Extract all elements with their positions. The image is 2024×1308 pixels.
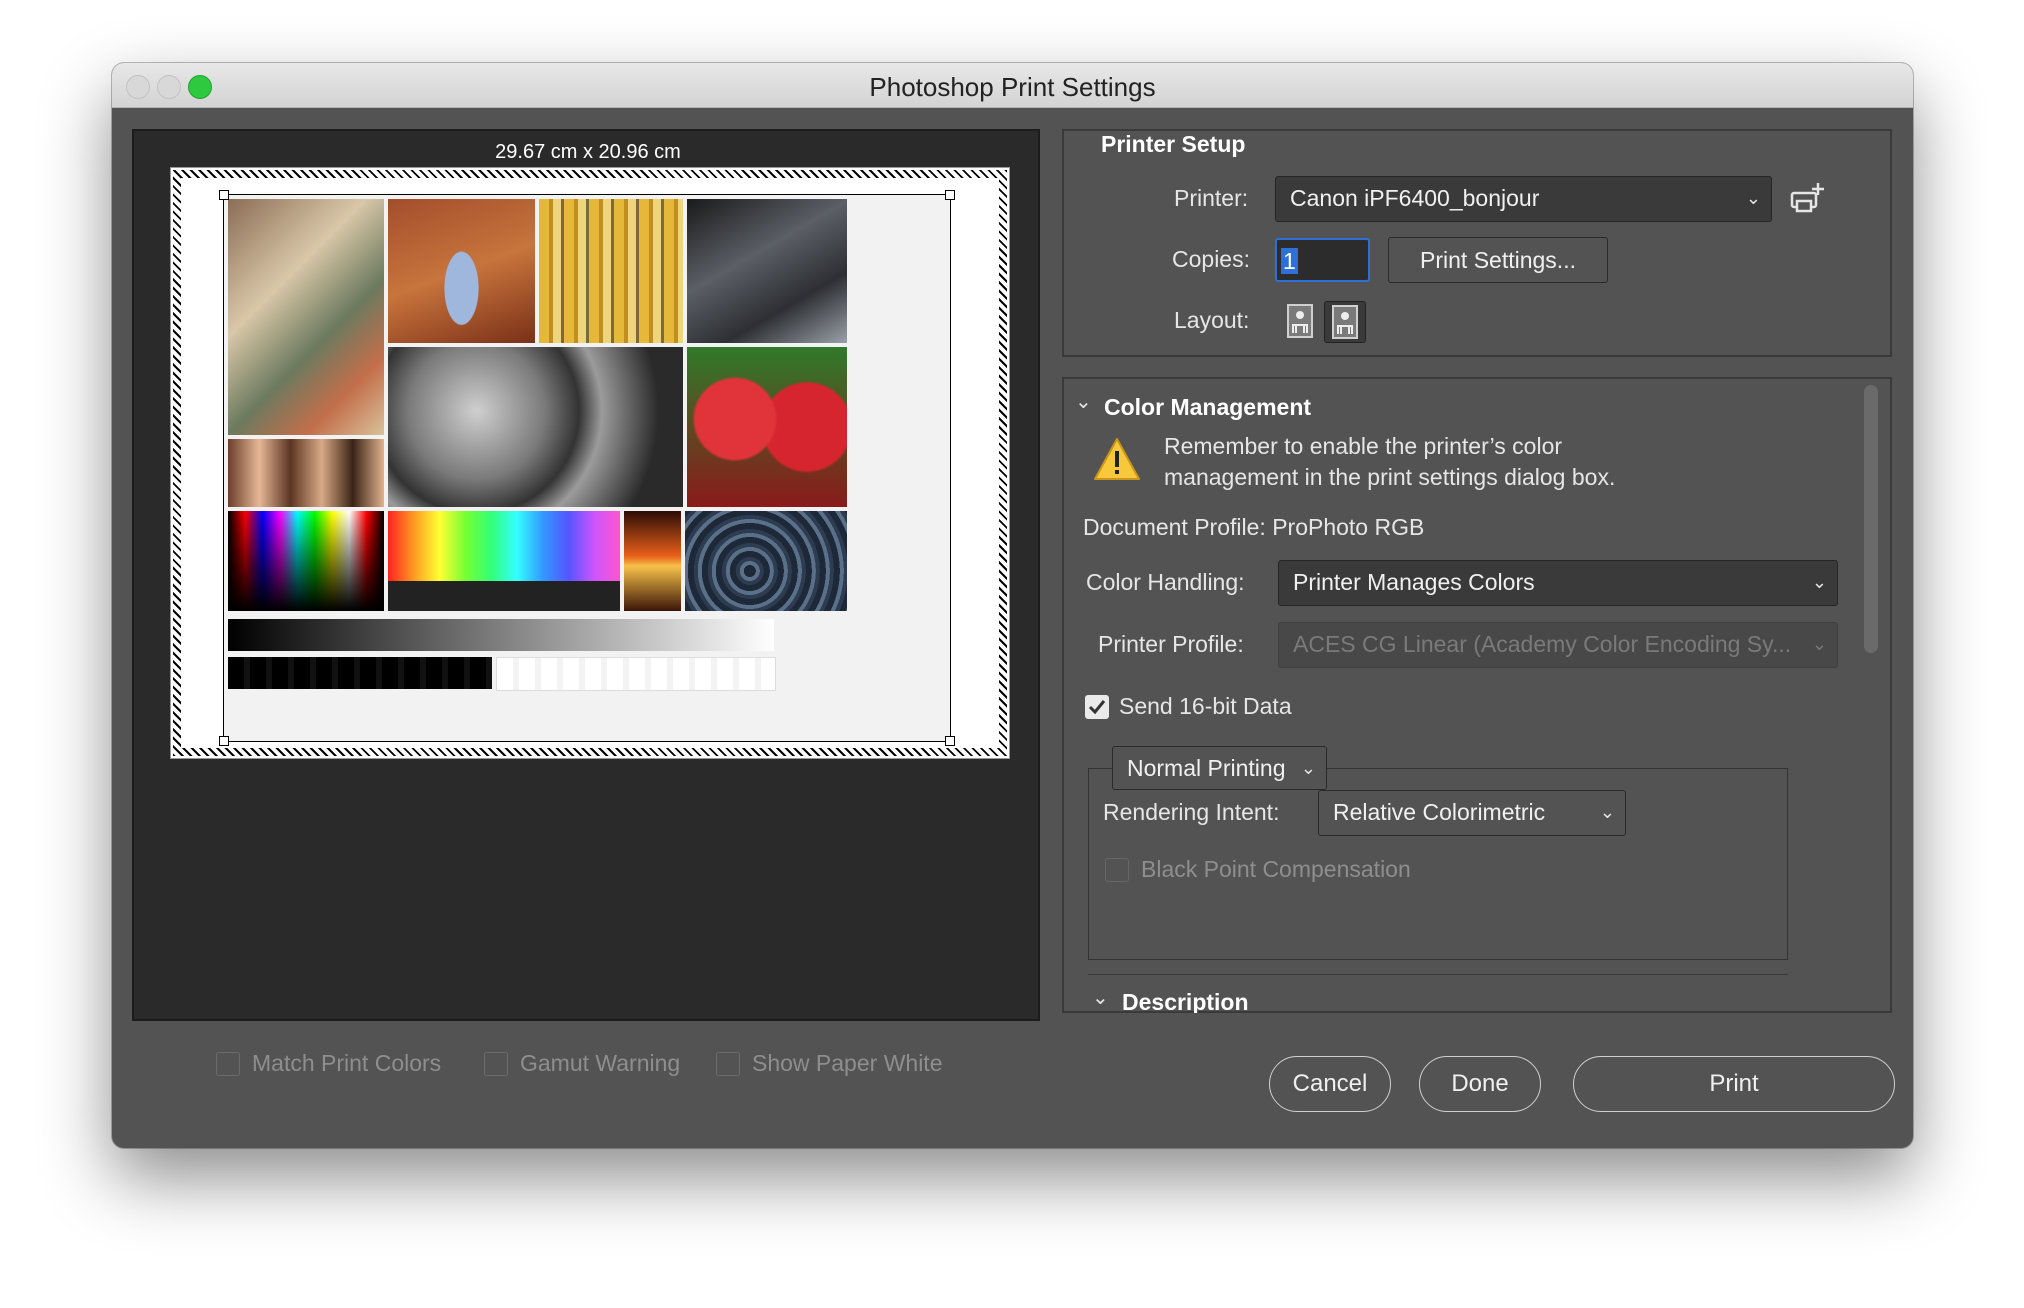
print-settings-button[interactable]: Print Settings... <box>1388 237 1608 283</box>
grayscale-ramp <box>228 619 774 651</box>
rendering-intent-value: Relative Colorimetric <box>1333 799 1546 825</box>
print-settings-dialog: Photoshop Print Settings 29.67 cm x 20.9… <box>112 63 1913 1148</box>
gamut-warning-label: Gamut Warning <box>520 1050 681 1076</box>
color-handling-value: Printer Manages Colors <box>1293 569 1535 595</box>
rock-arch-tile <box>388 199 535 343</box>
scrollbar-thumb[interactable] <box>1864 385 1878 653</box>
color-handling-label: Color Handling: <box>1086 569 1245 595</box>
warning-icon <box>1092 436 1142 482</box>
resize-handle-tl[interactable] <box>219 190 229 200</box>
shadow-steps <box>228 657 492 689</box>
chevron-down-icon: ⌄ <box>1811 572 1827 592</box>
description-section: ⌄ Description <box>1062 983 1878 1013</box>
expand-description-icon[interactable]: ⌄ <box>1092 985 1109 1010</box>
printing-mode-value: Normal Printing <box>1127 755 1286 781</box>
rendering-intent-select[interactable]: Relative Colorimetric ⌄ <box>1318 790 1626 836</box>
copies-label: Copies: <box>1172 246 1250 272</box>
printing-mode-select[interactable]: Normal Printing ⌄ <box>1112 746 1327 790</box>
warning-line-1: Remember to enable the printer’s color <box>1164 433 1563 459</box>
chevron-down-icon: ⌄ <box>1300 758 1316 778</box>
title-bar: Photoshop Print Settings <box>112 63 1913 108</box>
chevron-down-icon: ⌄ <box>1811 634 1827 654</box>
black-point-compensation-checkbox[interactable] <box>1105 858 1129 882</box>
image-preview[interactable] <box>223 194 951 742</box>
still-life-tile <box>228 199 384 435</box>
color-management-heading: Color Management <box>1104 394 1312 420</box>
gamut-warning-checkbox[interactable] <box>484 1052 508 1076</box>
color-handling-select[interactable]: Printer Manages Colors ⌄ <box>1278 560 1838 606</box>
color-gradient-bars <box>228 511 384 611</box>
strawberries-tile <box>687 347 847 507</box>
aspen-tile <box>539 199 683 343</box>
printer-setup-heading: Printer Setup <box>1101 131 1246 157</box>
checkmark-icon <box>1088 700 1106 715</box>
sunset-tile <box>624 511 681 611</box>
document-profile: Document Profile: ProPhoto RGB <box>1083 514 1425 540</box>
faces-tile <box>228 439 384 507</box>
printer-label: Printer: <box>1174 185 1249 211</box>
grayscale-fruit-tile <box>388 347 683 507</box>
chevron-down-icon: ⌄ <box>1745 188 1761 208</box>
black-point-compensation-label: Black Point Compensation <box>1141 856 1411 882</box>
printer-profile-value: ACES CG Linear (Academy Color Encoding S… <box>1293 631 1792 657</box>
highlight-steps <box>496 657 776 691</box>
copies-value: 1 <box>1281 248 1298 274</box>
window-title: Photoshop Print Settings <box>869 72 1156 102</box>
section-divider <box>1088 974 1788 975</box>
add-printer-icon[interactable] <box>1788 181 1828 217</box>
print-preview-panel: 29.67 cm x 20.96 cm <box>132 129 1040 1021</box>
chevron-down-icon: ⌄ <box>1599 802 1615 822</box>
electronics-tile <box>687 199 847 343</box>
match-print-colors-checkbox[interactable] <box>216 1052 240 1076</box>
printer-profile-label: Printer Profile: <box>1098 631 1244 657</box>
match-print-colors-label: Match Print Colors <box>252 1050 442 1076</box>
copies-input[interactable]: 1 <box>1275 238 1370 282</box>
resize-handle-br[interactable] <box>945 736 955 746</box>
send-16bit-checkbox[interactable] <box>1085 695 1109 719</box>
show-paper-white-checkbox[interactable] <box>716 1052 740 1076</box>
done-button[interactable]: Done <box>1419 1056 1541 1112</box>
description-heading: Description <box>1122 989 1249 1013</box>
portrait-layout-icon[interactable] <box>1282 303 1318 339</box>
color-patches <box>388 511 620 611</box>
landscape-layout-icon[interactable] <box>1324 301 1366 343</box>
collapse-color-management-icon[interactable]: ⌄ <box>1075 389 1092 414</box>
printer-select[interactable]: Canon iPF6400_bonjour ⌄ <box>1275 176 1772 222</box>
printer-value: Canon iPF6400_bonjour <box>1290 185 1540 211</box>
show-paper-white-label: Show Paper White <box>752 1050 943 1076</box>
paper-preview <box>170 167 1010 759</box>
warning-line-2: management in the print settings dialog … <box>1164 464 1616 490</box>
resize-handle-bl[interactable] <box>219 736 229 746</box>
paper-dimensions-label: 29.67 cm x 20.96 cm <box>495 141 681 163</box>
cancel-button[interactable]: Cancel <box>1269 1056 1391 1112</box>
texture-tile <box>685 511 847 611</box>
send-16bit-label: Send 16-bit Data <box>1119 693 1292 719</box>
layout-label: Layout: <box>1174 307 1250 333</box>
resize-handle-tr[interactable] <box>945 190 955 200</box>
rendering-intent-label: Rendering Intent: <box>1103 799 1280 825</box>
printer-profile-select[interactable]: ACES CG Linear (Academy Color Encoding S… <box>1278 622 1838 668</box>
print-button[interactable]: Print <box>1573 1056 1895 1112</box>
